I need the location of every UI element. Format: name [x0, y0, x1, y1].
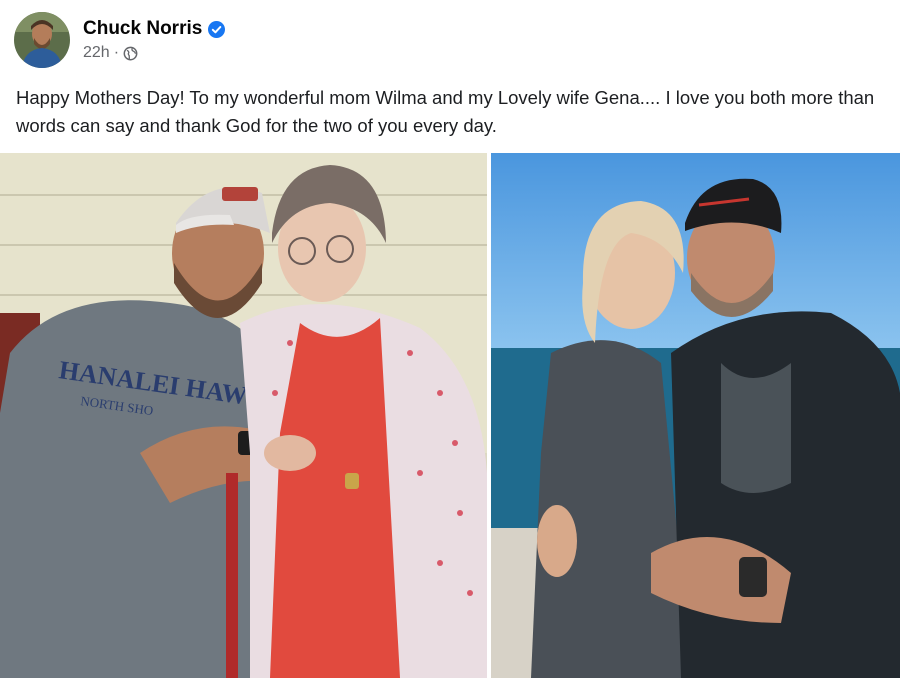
photo-mother[interactable]: HANALEI HAW NORTH SHO	[0, 153, 487, 678]
author-row: Chuck Norris	[83, 18, 226, 40]
meta-separator: ·	[113, 44, 120, 61]
verified-badge-icon	[208, 20, 226, 38]
time-row: 22h ·	[83, 44, 225, 62]
author-name[interactable]: Chuck Norris	[83, 18, 202, 40]
post-caption: Happy Mothers Day! To my wonderful mom W…	[16, 87, 875, 136]
post-timestamp[interactable]: 22h	[83, 44, 110, 62]
post-header: Chuck Norris 22h ·	[14, 10, 226, 70]
photo-wife[interactable]	[491, 153, 900, 678]
globe-icon[interactable]	[123, 46, 138, 61]
facebook-post: Chuck Norris 22h · Happy Mothers Day! To…	[0, 0, 900, 678]
post-meta: Chuck Norris 22h ·	[83, 18, 226, 62]
author-avatar[interactable]	[14, 12, 70, 68]
